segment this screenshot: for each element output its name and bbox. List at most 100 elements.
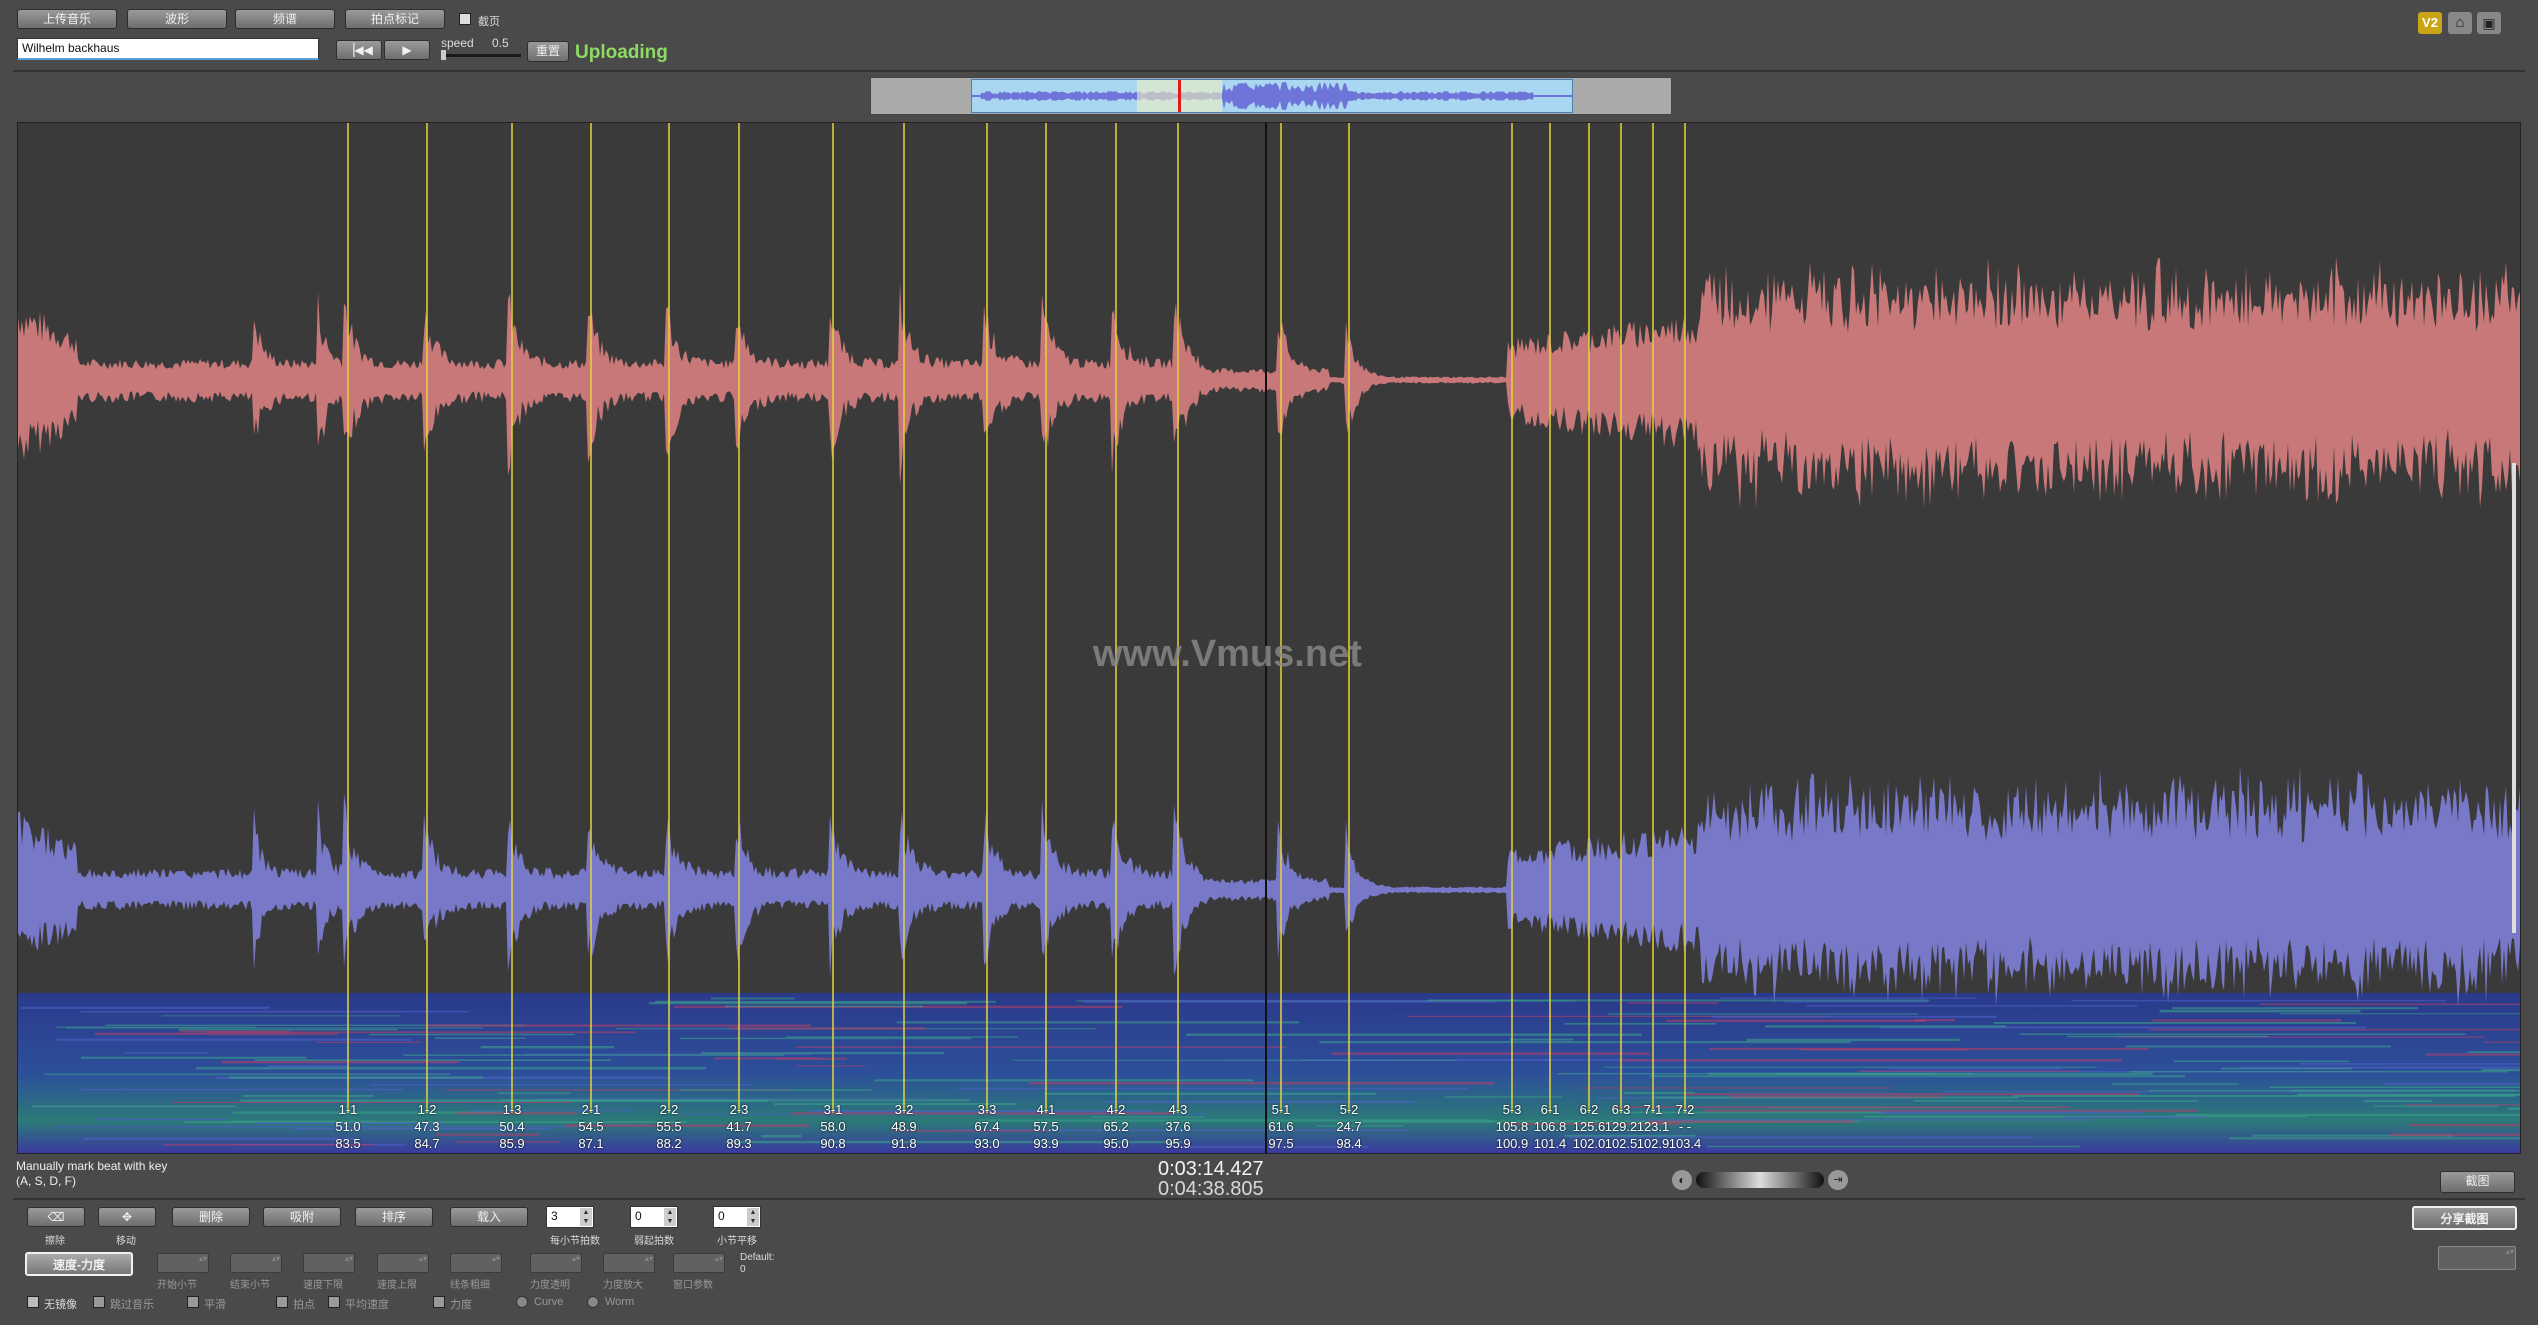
beat-time: 83.5: [335, 1136, 361, 1151]
worm-label: Worm: [605, 1296, 635, 1308]
reset-button[interactable]: 重置: [527, 41, 569, 62]
hint-line-2: (A, S, D, F): [16, 1174, 76, 1188]
speaker-icon[interactable]: ◐: [1672, 1170, 1692, 1190]
avg-tempo-checkbox[interactable]: [328, 1296, 340, 1308]
volume-next-icon[interactable]: ⇥: [1828, 1170, 1848, 1190]
beats-per-bar-spinner[interactable]: 3 ▲ ▼: [546, 1206, 594, 1228]
skip-music-checkbox[interactable]: [93, 1296, 105, 1308]
smooth-checkbox[interactable]: [187, 1296, 199, 1308]
curve-radio[interactable]: [516, 1296, 528, 1308]
play-icon: ▶: [402, 43, 412, 57]
beat-time: 88.2: [656, 1136, 682, 1151]
artist-input[interactable]: Wilhelm backhaus: [17, 38, 319, 60]
move-button[interactable]: ✥: [98, 1207, 156, 1227]
screenshot-button[interactable]: 截图: [2440, 1171, 2515, 1193]
line-width-field[interactable]: [450, 1253, 502, 1273]
worm-radio[interactable]: [587, 1296, 599, 1308]
snap-button[interactable]: 吸附: [263, 1207, 341, 1227]
dynamic-scale-field[interactable]: [603, 1253, 655, 1273]
spinner-arrows-icon[interactable]: ▲ ▼: [580, 1208, 592, 1226]
erase-button[interactable]: ⌫: [27, 1207, 85, 1227]
delete-button[interactable]: 删除: [172, 1207, 250, 1227]
play-button[interactable]: ▶: [384, 40, 430, 60]
beat-checkbox[interactable]: [276, 1296, 288, 1308]
move-label: 移动: [116, 1236, 136, 1247]
toolbar-divider: [13, 70, 2525, 72]
bar-shift-value: 0: [718, 1209, 725, 1223]
dynamic-opacity-field[interactable]: [530, 1253, 582, 1273]
no-mirror-checkbox[interactable]: [27, 1296, 39, 1308]
beats-per-bar-label: 每小节拍数: [550, 1236, 600, 1247]
start-bar-label: 开始小节: [157, 1280, 197, 1291]
dynamics-label: 力度: [450, 1299, 472, 1311]
upload-music-button[interactable]: 上传音乐: [17, 9, 117, 29]
default-value: 0: [740, 1264, 746, 1275]
start-bar-field[interactable]: [157, 1253, 209, 1273]
tempo-min-field[interactable]: [303, 1253, 355, 1273]
beat-label: 1-1: [338, 1102, 358, 1117]
spinner-arrows-icon[interactable]: ▲ ▼: [664, 1208, 676, 1226]
beat-time: 98.4: [1336, 1136, 1362, 1151]
overview-playhead[interactable]: [1178, 80, 1181, 112]
beat-tempo: 57.5: [1033, 1119, 1059, 1134]
beat-label: 5-1: [1271, 1102, 1291, 1117]
beat-label: 4-3: [1168, 1102, 1188, 1117]
share-screenshot-button[interactable]: 分享截图: [2412, 1206, 2517, 1230]
beat-time: 89.3: [726, 1136, 752, 1151]
beat-label: 2-2: [659, 1102, 679, 1117]
speed-slider-handle[interactable]: [441, 50, 446, 60]
overview-selection[interactable]: [971, 79, 1573, 113]
tempo-dynamics-button[interactable]: 速度-力度: [25, 1252, 133, 1276]
beat-tempo: 65.2: [1103, 1119, 1129, 1134]
waveform-button[interactable]: 波形: [127, 9, 227, 29]
beat-time: 97.5: [1268, 1136, 1294, 1151]
beat-label: 拍点: [293, 1299, 315, 1311]
spinner-arrows-icon[interactable]: ▲ ▼: [747, 1208, 759, 1226]
fullscreen-icon[interactable]: ▣: [2477, 12, 2501, 34]
beat-time: 95.0: [1103, 1136, 1129, 1151]
waveform-canvas[interactable]: www.Vmus.net 1-1 51.0 83.5 1-2 47.3 84.7 1-3 50…: [17, 122, 2521, 1154]
top-waveform: [18, 257, 2520, 509]
version-badge-icon[interactable]: V2: [2418, 12, 2442, 34]
speed-value: 0.5: [492, 36, 509, 50]
beat-time: 93.9: [1033, 1136, 1059, 1151]
sort-button[interactable]: 排序: [355, 1207, 433, 1227]
beat-tempo: - -: [1678, 1119, 1692, 1134]
disabled-action-button[interactable]: [2438, 1246, 2516, 1270]
dynamics-checkbox[interactable]: [433, 1296, 445, 1308]
volume-track[interactable]: [1696, 1172, 1824, 1188]
volume-control[interactable]: ◐ ⇥: [1672, 1168, 1848, 1192]
window-param-label: 窗口参数: [673, 1280, 713, 1291]
smooth-label: 平滑: [204, 1299, 226, 1311]
beat-label: 5-2: [1339, 1102, 1359, 1117]
beat-label: 3-2: [894, 1102, 914, 1117]
load-button[interactable]: 载入: [450, 1207, 528, 1227]
beat-mark-button[interactable]: 拍点标记: [345, 9, 445, 29]
beat-tempo: 58.0: [820, 1119, 846, 1134]
pickup-beats-value: 0: [635, 1209, 642, 1223]
beat-time: 95.9: [1165, 1136, 1191, 1151]
canvas-scrollbar[interactable]: [2512, 463, 2516, 933]
end-bar-label: 结束小节: [230, 1280, 270, 1291]
bar-shift-label: 小节平移: [717, 1236, 757, 1247]
beat-tempo: 41.7: [726, 1119, 752, 1134]
overview-panel[interactable]: [870, 77, 1672, 115]
page-checkbox[interactable]: [459, 13, 471, 25]
upload-status: Uploading: [575, 42, 668, 63]
beat-label: 2-3: [729, 1102, 749, 1117]
beat-time: 103.4: [1668, 1136, 1702, 1151]
default-label: Default:: [740, 1252, 775, 1263]
window-param-field[interactable]: [673, 1253, 725, 1273]
home-icon[interactable]: ⌂: [2448, 12, 2472, 34]
beat-tempo: 67.4: [974, 1119, 1000, 1134]
erase-label: 擦除: [45, 1236, 65, 1247]
bar-shift-spinner[interactable]: 0 ▲ ▼: [713, 1206, 761, 1228]
tempo-max-field[interactable]: [377, 1253, 429, 1273]
avg-tempo-label: 平均速度: [345, 1299, 389, 1311]
beat-time: 85.9: [499, 1136, 525, 1151]
pickup-beats-spinner[interactable]: 0 ▲ ▼: [630, 1206, 678, 1228]
speed-slider[interactable]: [441, 50, 521, 60]
skip-start-button[interactable]: ▕◀◀: [336, 40, 382, 60]
spectrum-button[interactable]: 频谱: [235, 9, 335, 29]
end-bar-field[interactable]: [230, 1253, 282, 1273]
